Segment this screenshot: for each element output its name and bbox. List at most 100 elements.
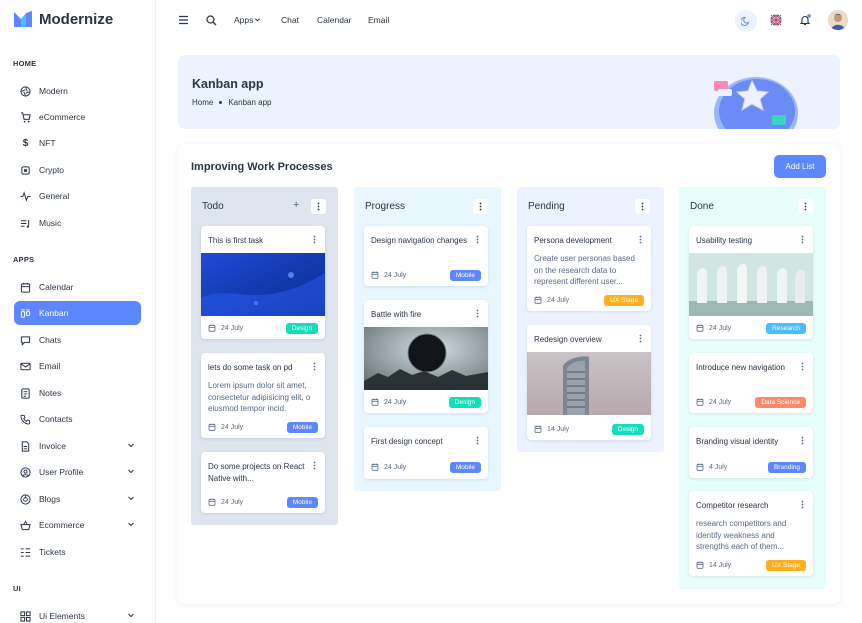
playlist-icon <box>20 218 31 229</box>
sidebar-item-chats[interactable]: Chats <box>14 328 141 352</box>
card-date-text: 14 July <box>547 425 570 433</box>
card-date: 24 July <box>371 463 406 471</box>
kanban-card[interactable]: Introduce new navigation 24 July Data Sc… <box>689 353 813 413</box>
nav-email[interactable]: Email <box>368 15 389 25</box>
sidebar-item-ecommerce[interactable]: eCommerce <box>14 105 141 129</box>
nav-apps-label: Apps <box>234 15 254 25</box>
more-vertical-icon[interactable] <box>639 334 642 345</box>
basket-icon <box>20 519 31 531</box>
card-date: 24 July <box>371 271 406 279</box>
more-vertical-icon[interactable] <box>801 362 804 373</box>
kanban-card[interactable]: Battle with fire 24 July Design <box>364 300 488 413</box>
kanban-card[interactable]: Branding visual identity 4 July Branding <box>689 427 813 478</box>
more-vertical-icon[interactable] <box>801 500 804 511</box>
nav-apps[interactable]: Apps <box>234 15 261 25</box>
more-vertical-icon[interactable] <box>313 461 316 472</box>
sidebar-item-music[interactable]: Music <box>14 211 141 235</box>
kanban-card[interactable]: Usability testing 24 July Research <box>689 226 813 339</box>
kanban-card[interactable]: Competitor research research competitors… <box>689 491 813 576</box>
sidebar-item-label: Modern <box>39 86 68 96</box>
nav-calendar[interactable]: Calendar <box>317 15 352 25</box>
sidebar-item-notes[interactable]: Notes <box>14 381 141 405</box>
chevron-down-icon <box>127 467 135 477</box>
sidebar-item-calendar[interactable]: Calendar <box>14 275 141 299</box>
sidebar-item-ecommerce-menu[interactable]: Ecommerce <box>14 513 141 537</box>
kanban-column-progress: Progress Design navigation changes 24 Ju… <box>354 187 501 491</box>
breadcrumb-home[interactable]: Home <box>192 98 213 107</box>
more-vertical-icon[interactable] <box>476 309 479 320</box>
card-date: 24 July <box>696 324 731 332</box>
card-badge: Design <box>448 397 481 408</box>
card-date: 4 July <box>696 463 727 471</box>
kanban-card[interactable]: Persona development Create user personas… <box>527 226 651 311</box>
column-title: Pending <box>528 201 565 212</box>
avatar[interactable] <box>828 10 848 30</box>
nav-caption-apps: APPS <box>13 255 35 264</box>
sidebar-item-blogs[interactable]: Blogs <box>14 487 141 511</box>
kanban-card[interactable]: This is first task 24 July Design <box>201 226 325 339</box>
sidebar-item-tickets[interactable]: Tickets <box>14 540 141 564</box>
mail-icon <box>20 361 31 372</box>
column-title: Done <box>690 201 714 212</box>
sidebar-item-user-profile[interactable]: User Profile <box>14 460 141 484</box>
more-vertical-icon[interactable] <box>313 362 316 373</box>
card-date-text: 24 July <box>384 463 407 471</box>
more-vertical-icon[interactable] <box>801 235 804 246</box>
sidebar-item-label: Blogs <box>39 494 61 504</box>
chevron-down-icon <box>127 520 135 530</box>
more-vertical-icon[interactable] <box>313 235 316 246</box>
kanban-card[interactable]: Do some projects on React Native with...… <box>201 452 325 513</box>
column-more-icon[interactable] <box>311 199 326 214</box>
phone-icon <box>20 414 31 425</box>
sidebar-item-label: Crypto <box>39 165 65 175</box>
sidebar-item-invoice[interactable]: Invoice <box>14 434 141 458</box>
column-more-icon[interactable] <box>473 199 488 214</box>
card-date-text: 4 July <box>709 463 728 471</box>
card-date-text: 24 July <box>221 498 244 506</box>
kanban-card[interactable]: Design navigation changes 24 July Mobile <box>364 226 488 286</box>
logo[interactable]: Modernize <box>13 10 113 28</box>
more-vertical-icon[interactable] <box>801 436 804 447</box>
column-more-icon[interactable] <box>798 199 813 214</box>
more-vertical-icon[interactable] <box>476 436 479 447</box>
card-title: First design concept <box>371 437 443 446</box>
card-date-text: 24 July <box>547 296 570 304</box>
kanban-column-todo: Todo + This is first task 24 July Design… <box>191 187 338 525</box>
menu-icon[interactable] <box>175 12 191 28</box>
activity-icon <box>20 190 31 202</box>
sidebar-item-crypto[interactable]: Crypto <box>14 158 141 182</box>
sidebar-item-label: eCommerce <box>39 112 86 122</box>
sidebar: Modernize HOME Modern eCommerce $ NFT Cr… <box>0 0 156 623</box>
user-circle-icon <box>20 466 31 478</box>
sidebar-item-contacts[interactable]: Contacts <box>14 407 141 431</box>
moon-icon[interactable] <box>735 10 757 32</box>
card-description: Create user personas based on the resear… <box>534 254 635 286</box>
sidebar-item-kanban[interactable]: Kanban <box>14 301 141 325</box>
sidebar-item-nft[interactable]: $ NFT <box>14 131 141 155</box>
card-title: Branding visual identity <box>696 437 779 446</box>
more-vertical-icon[interactable] <box>639 235 642 246</box>
sidebar-item-label: User Profile <box>39 467 84 477</box>
more-vertical-icon[interactable] <box>476 235 479 246</box>
card-badge: Mobile <box>449 270 481 281</box>
kanban-card[interactable]: First design concept 24 July Mobile <box>364 427 488 479</box>
flag-uk-icon[interactable] <box>768 12 784 28</box>
add-list-button[interactable]: Add List <box>774 155 826 178</box>
card-date-text: 14 July <box>709 561 732 569</box>
card-image <box>201 253 325 316</box>
sidebar-item-email[interactable]: Email <box>14 354 141 378</box>
search-icon[interactable] <box>203 12 219 28</box>
card-badge: Branding <box>767 462 806 473</box>
sidebar-item-general[interactable]: General <box>14 184 141 208</box>
column-more-icon[interactable] <box>635 199 650 214</box>
app-name: Modernize <box>39 10 114 28</box>
nav-chat[interactable]: Chat <box>281 15 299 25</box>
calendar-icon <box>696 463 704 471</box>
card-badge: Mobile <box>286 422 318 433</box>
sidebar-item-modern[interactable]: Modern <box>14 79 141 103</box>
bell-icon[interactable] <box>797 12 813 28</box>
add-card-icon[interactable]: + <box>293 199 299 211</box>
kanban-card[interactable]: Redesign overview 14 July Design <box>527 325 651 440</box>
sidebar-item-ui-elements[interactable]: Ui Elements <box>14 604 141 623</box>
kanban-card[interactable]: lets do some task on pd Lorem ipsum dolo… <box>201 353 325 438</box>
